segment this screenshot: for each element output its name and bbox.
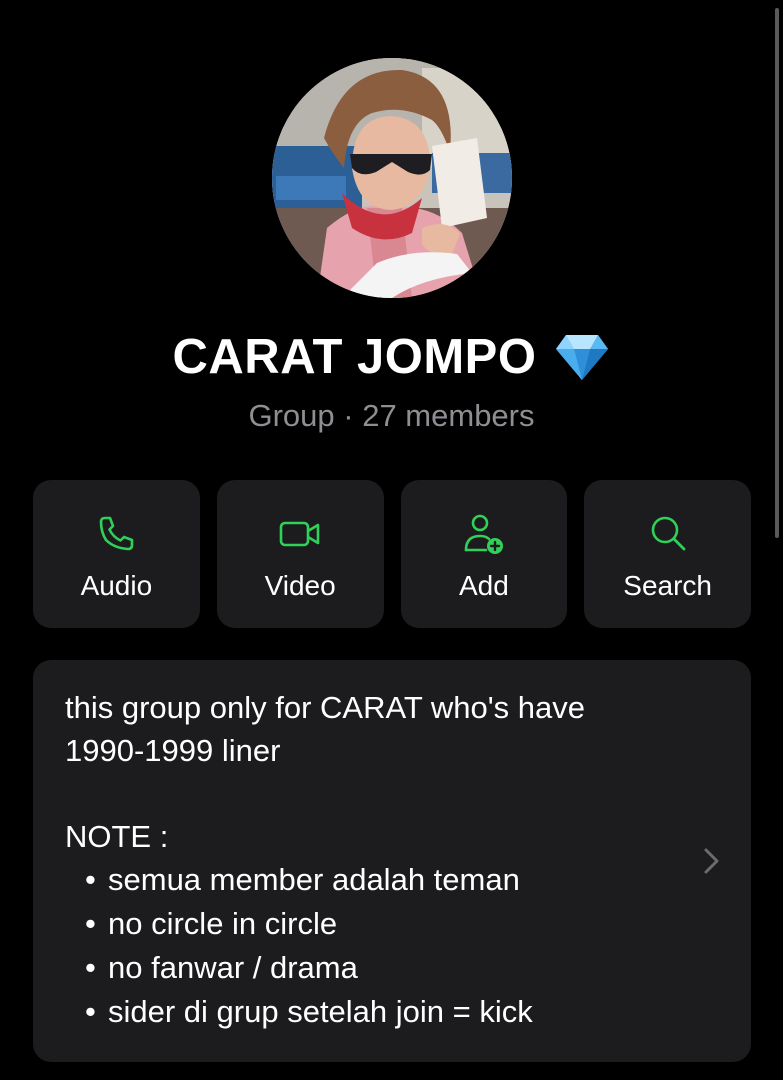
add-member-button[interactable]: Add — [400, 480, 568, 628]
description-line: this group only for CARAT who's have — [65, 690, 585, 725]
video-call-button[interactable]: Video — [216, 480, 384, 628]
scrollbar[interactable] — [775, 8, 779, 538]
group-description-card[interactable]: this group only for CARAT who's have 199… — [33, 660, 751, 1062]
video-label: Video — [264, 570, 336, 601]
search-button[interactable]: Search — [584, 480, 751, 628]
add-member-icon — [462, 512, 506, 556]
group-member-count: Group · 27 members — [248, 398, 535, 433]
phone-icon — [94, 512, 138, 556]
audio-call-button[interactable]: Audio — [33, 480, 200, 628]
add-label: Add — [458, 570, 509, 601]
gem-icon — [556, 335, 609, 380]
action-bar: Audio Video Add Search — [33, 480, 751, 628]
search-label: Search — [623, 570, 712, 601]
note-item: no circle in circle — [65, 902, 685, 946]
note-list: semua member adalah teman no circle in c… — [65, 858, 685, 1034]
note-item: sider di grup setelah join = kick — [65, 990, 685, 1034]
group-avatar[interactable] — [272, 58, 512, 298]
group-description: this group only for CARAT who's have 199… — [65, 686, 685, 1034]
description-line: 1990-1999 liner — [65, 733, 281, 768]
chevron-right-icon — [704, 848, 719, 874]
note-item: no fanwar / drama — [65, 946, 685, 990]
note-item: semua member adalah teman — [65, 858, 685, 902]
search-icon — [646, 512, 690, 556]
audio-label: Audio — [80, 570, 153, 601]
video-camera-icon — [278, 512, 322, 556]
note-heading: NOTE : — [65, 819, 169, 854]
group-title-row: CARAT JOMPO — [0, 326, 783, 388]
group-name: CARAT JOMPO — [172, 330, 537, 384]
